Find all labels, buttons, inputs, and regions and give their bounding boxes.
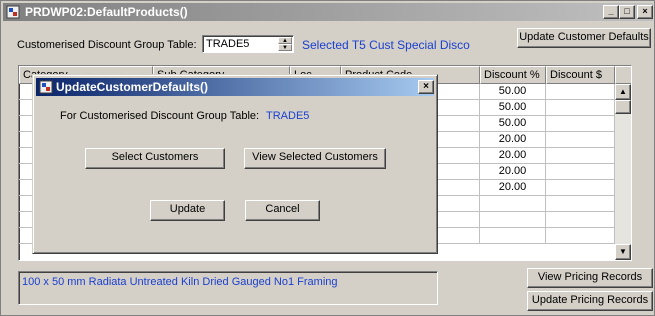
cancel-button[interactable]: Cancel [245,200,320,221]
select-customers-button[interactable]: Select Customers [85,148,225,169]
product-description-box: 100 x 50 mm Radiata Untreated Kiln Dried… [18,271,438,305]
spin-down-icon[interactable]: ▼ [278,44,292,51]
column-header-discount-amt[interactable]: Discount $ [546,66,615,84]
app-icon [39,80,53,94]
close-icon[interactable]: × [418,80,434,94]
update-pricing-records-button[interactable]: Update Pricing Records [527,291,653,311]
discount-table-description: Selected T5 Cust Special Disco [302,38,470,52]
discount-table-label: Customerised Discount Group Table: [17,39,197,51]
maximize-icon[interactable]: □ [619,5,635,19]
minimize-icon[interactable]: _ [603,5,619,19]
product-description: 100 x 50 mm Radiata Untreated Kiln Dried… [22,276,338,288]
select-customers-label: Select Customers [111,151,199,163]
cell-discount-amt[interactable] [546,180,615,196]
column-header-discount-pct[interactable]: Discount % [480,66,546,84]
dialog-discount-table-label: For Customerised Discount Group Table: [60,110,260,122]
dialog-title: UpdateCustomerDefaults() [56,80,209,94]
cell-discount-pct[interactable] [480,228,546,244]
app-icon [6,5,20,19]
cell-discount-pct[interactable]: 20.00 [480,132,546,148]
cell-discount-pct[interactable]: 50.00 [480,100,546,116]
cell-discount-amt[interactable] [546,100,615,116]
dialog-titlebar[interactable]: UpdateCustomerDefaults() × [36,78,434,96]
cell-discount-pct[interactable]: 20.00 [480,164,546,180]
cell-discount-pct[interactable] [480,196,546,212]
cell-discount-pct[interactable]: 50.00 [480,116,546,132]
cell-discount-amt[interactable] [546,212,615,228]
cell-discount-pct[interactable]: 20.00 [480,148,546,164]
discount-table-spinner[interactable]: ▲ ▼ [278,37,292,51]
dialog-discount-table-value: TRADE5 [266,110,310,122]
view-selected-customers-button[interactable]: View Selected Customers [244,148,386,169]
update-button[interactable]: Update [150,200,225,221]
main-window: PRDWP02:DefaultProducts() _ □ × Customer… [0,0,655,316]
scroll-thumb[interactable] [615,100,631,114]
update-customer-defaults-button[interactable]: Update Customer Defaults [517,28,651,48]
cell-discount-amt[interactable] [546,148,615,164]
discount-table-field[interactable]: TRADE5 ▲ ▼ [202,35,294,53]
cell-discount-pct[interactable] [480,212,546,228]
scroll-up-icon[interactable]: ▲ [615,84,631,100]
cell-discount-pct[interactable]: 20.00 [480,180,546,196]
scroll-down-icon[interactable]: ▼ [615,244,631,260]
cancel-label: Cancel [265,203,300,215]
view-pricing-records-button[interactable]: View Pricing Records [527,268,653,288]
view-selected-customers-label: View Selected Customers [252,151,378,163]
update-label: Update [169,203,206,215]
vertical-scrollbar[interactable]: ▲ ▼ [615,84,631,260]
column-header-spacer [615,66,631,84]
main-titlebar[interactable]: PRDWP02:DefaultProducts() _ □ × [3,3,653,21]
close-icon[interactable]: × [637,5,653,19]
cell-discount-amt[interactable] [546,132,615,148]
cell-discount-amt[interactable] [546,196,615,212]
update-customer-defaults-dialog: UpdateCustomerDefaults() × For Customeri… [32,74,438,254]
spin-up-icon[interactable]: ▲ [278,37,292,44]
discount-table-value: TRADE5 [206,38,250,50]
cell-discount-amt[interactable] [546,228,615,244]
cell-discount-amt[interactable] [546,164,615,180]
cell-discount-pct[interactable]: 50.00 [480,84,546,100]
cell-discount-amt[interactable] [546,84,615,100]
cell-discount-amt[interactable] [546,116,615,132]
window-title: PRDWP02:DefaultProducts() [25,5,188,19]
